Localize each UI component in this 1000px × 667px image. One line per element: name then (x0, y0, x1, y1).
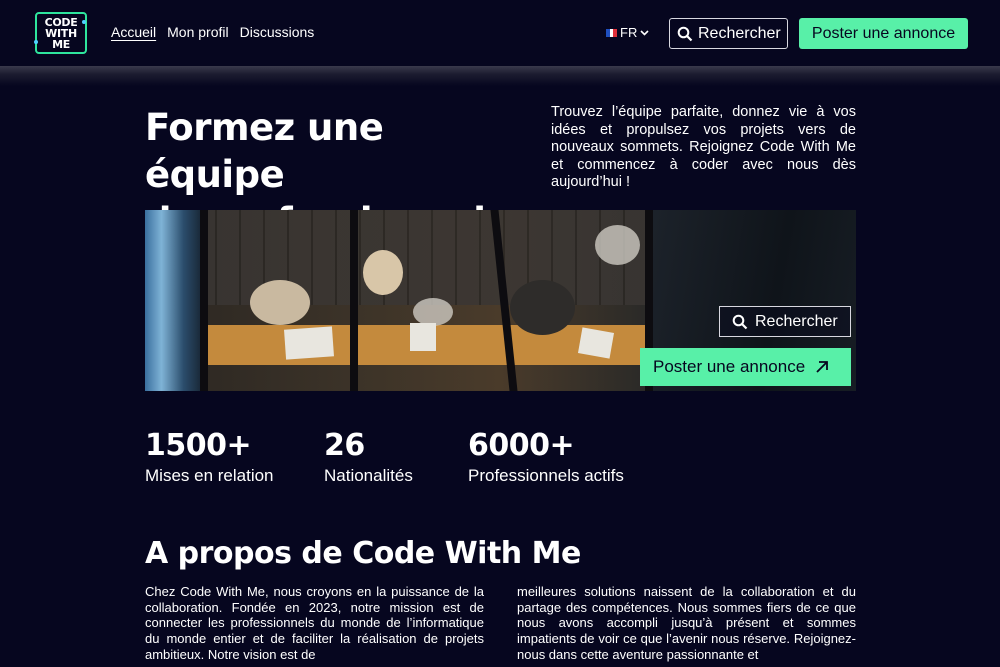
stat-value: 26 (324, 428, 365, 463)
photo-chair (413, 298, 453, 326)
language-label: FR (620, 25, 638, 40)
stat-label: Professionnels actifs (468, 466, 624, 485)
logo-dot (82, 20, 86, 24)
about-text-column-2: meilleures solutions naissent de la coll… (517, 584, 856, 662)
about-title: A propos de Code With Me (145, 536, 581, 571)
stat-nationalities: 26 Nationalités (324, 428, 413, 487)
logo-line: CODE (44, 15, 78, 29)
photo-frame (200, 210, 208, 391)
hero-search-label: Rechercher (755, 312, 838, 330)
language-selector[interactable]: FR (606, 25, 649, 40)
hero-description: Trouvez l’équipe parfaite, donnez vie à … (551, 104, 856, 190)
logo-dot (34, 40, 38, 44)
france-flag-icon (606, 28, 618, 37)
header-search-button[interactable]: Rechercher (669, 18, 788, 49)
photo-paper (577, 327, 615, 359)
photo-paper (284, 326, 334, 360)
main-nav: Accueil Mon profil Discussions (111, 24, 314, 40)
header-search-label: Rechercher (698, 24, 781, 42)
photo-person (363, 250, 403, 295)
search-icon (732, 314, 748, 329)
arrow-up-right-icon (816, 361, 829, 373)
nav-item-mon-profil[interactable]: Mon profil (167, 24, 228, 40)
header-post-ad-label: Poster une annonce (811, 24, 956, 42)
nav-item-discussions[interactable]: Discussions (240, 24, 315, 40)
stat-connections: 1500+ Mises en relation (145, 428, 274, 487)
logo-line: WITH (45, 26, 77, 40)
stat-label: Mises en relation (145, 466, 274, 485)
photo-frame (350, 210, 358, 391)
hero-post-ad-label: Poster une annonce (653, 357, 806, 376)
logo[interactable]: CODE WITH ME (34, 12, 87, 54)
photo-chair (595, 225, 640, 265)
site-header: CODE WITH ME Accueil Mon profil Discussi… (0, 0, 1000, 66)
photo-person (250, 280, 310, 325)
about-text-column-1: Chez Code With Me, nous croyons en la pu… (145, 584, 484, 662)
stat-label: Nationalités (324, 466, 413, 485)
photo-window (145, 210, 200, 391)
chevron-down-icon (640, 29, 649, 36)
hero-search-button[interactable]: Rechercher (719, 306, 851, 337)
logo-line: ME (52, 37, 70, 51)
stat-value: 6000+ (468, 428, 575, 463)
nav-item-accueil[interactable]: Accueil (111, 24, 156, 40)
stat-professionals: 6000+ Professionnels actifs (468, 428, 624, 487)
photo-person (510, 280, 575, 335)
search-icon (677, 26, 693, 41)
hero-title-line: Formez une équipe (145, 106, 384, 196)
hero-post-ad-button[interactable]: Poster une annonce (640, 348, 851, 386)
header-shadow (0, 66, 1000, 86)
photo-paper (410, 323, 436, 351)
stat-value: 1500+ (145, 428, 252, 463)
header-post-ad-button[interactable]: Poster une annonce (799, 18, 968, 49)
